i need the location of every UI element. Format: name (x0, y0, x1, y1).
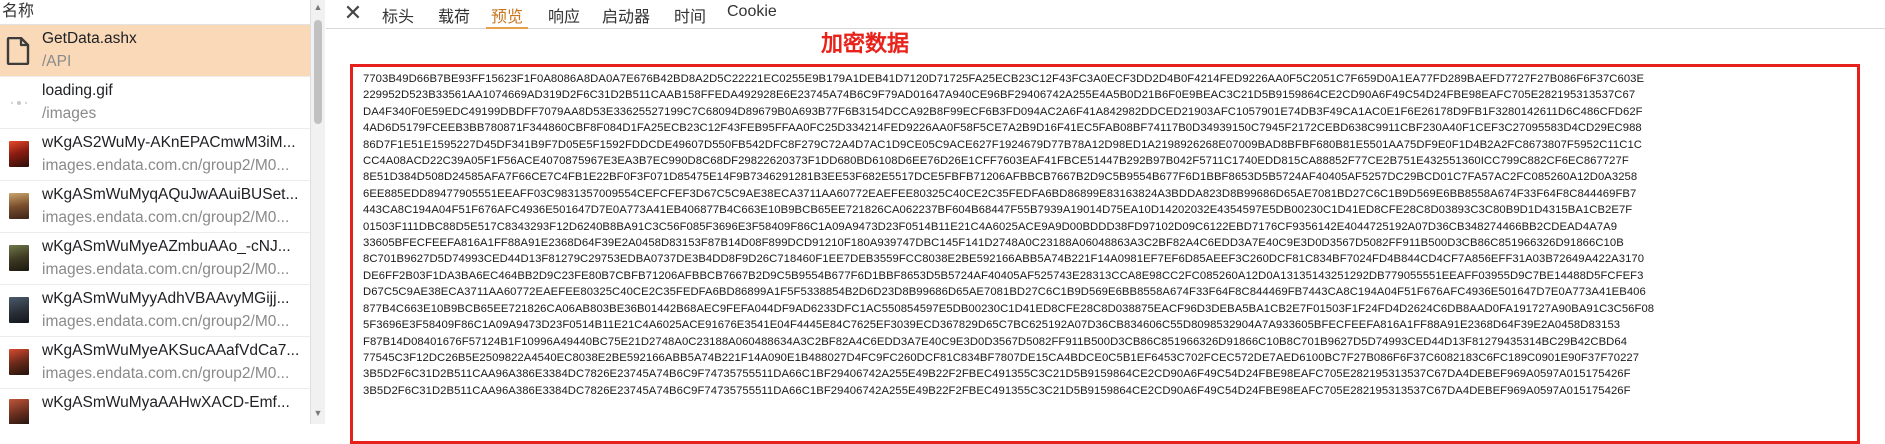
request-name: loading.gif (42, 82, 113, 99)
request-row-image[interactable]: wKgASmWuMyqAQuJwAAuiBUSet... images.enda… (0, 181, 310, 233)
request-row-loading-gif[interactable]: loading.gif /images (0, 77, 310, 129)
preview-line: 443CA8C194A04F51F676AFC4936E501647D7E0A7… (363, 204, 1633, 217)
request-name: wKgASmWuMyaAAHwXACD-Emf... (42, 394, 290, 411)
encrypted-data-highlight-box: 7703B49D66B7BE93FF15623F1F0A8086A8DA0A7E… (350, 64, 1860, 444)
preview-line: 8E51D384D508D24585AFA7F66CE7C4FB1E22BF0F… (363, 171, 1638, 184)
tab-preview-label: 预览 (491, 9, 524, 26)
tab-initiator[interactable]: 启动器 (602, 3, 650, 27)
request-row-image[interactable]: wKgASmWuMyeAKSucAAafVdCa7... images.enda… (0, 337, 310, 389)
tab-cookie[interactable]: Cookie (727, 3, 777, 21)
request-name: wKgASmWuMyqAQuJwAAuiBUSet... (42, 186, 299, 203)
close-icon[interactable]: ✕ (342, 2, 364, 24)
tab-payload[interactable]: 载荷 (438, 3, 470, 27)
image-thumbnail-icon (9, 297, 29, 323)
preview-line: 01503F111DBC88D5E517C8343293F12D6240B8BA… (363, 220, 1618, 233)
encrypted-data-annotation: 加密数据 (821, 31, 910, 56)
request-path: images.endata.com.cn/group2/M0... (42, 261, 290, 278)
preview-line: 86D7F1E51E1595227D45DF341B9F7D05E5F1592F… (363, 138, 1642, 151)
preview-line: 877B4C663E10B9BCB65EE721826CA06AB803BE36… (363, 302, 1655, 315)
request-path: images.endata.com.cn/group2/M0... (42, 209, 290, 226)
preview-line: 6EE885EDD89477905551EEAFF03C983135700955… (363, 187, 1637, 200)
preview-line: CC4A08ACD22C39A05F1F56ACE4070875967E3EA3… (363, 155, 1629, 168)
request-name: GetData.ashx (42, 30, 137, 47)
preview-line: DA4F340F0E59EDC49199DBDFF7079AA8D53E3362… (363, 105, 1643, 118)
request-name: wKgASmWuMyeAZmbuAAo_-cNJ... (42, 238, 291, 255)
preview-line: 8C701B9627D5D74993CED44D13F81279C29753ED… (363, 253, 1645, 266)
preview-line: F87B14D08401676F57124B1F10996A49440BC75E… (363, 335, 1628, 348)
preview-line: 3B5D2F6C31D2B511CAA96A386E3384DC7826E237… (363, 384, 1631, 397)
request-path: images.endata.com.cn/group2/M0... (42, 313, 290, 330)
active-tab-indicator (486, 27, 529, 29)
request-path: images.endata.com.cn/group2/M0... (42, 365, 290, 382)
preview-line: 77545C3F12DC26B5E2509822A4540EC8038E2BE5… (363, 351, 1640, 364)
tab-headers[interactable]: 标头 (382, 3, 414, 27)
request-row-getdata[interactable]: GetData.ashx /API (0, 25, 310, 77)
details-tab-bar: ✕ 标头 载荷 预览 响应 启动器 时间 Cookie (326, 0, 1885, 29)
response-preview-text[interactable]: 7703B49D66B7BE93FF15623F1F0A8086A8DA0A7E… (363, 71, 1847, 399)
image-thumbnail-icon (9, 399, 29, 424)
tab-preview[interactable]: 预览 (486, 3, 529, 29)
preview-line: 3B5D2F6C31D2B511CAA96A386E3384DC7826E237… (363, 368, 1631, 381)
preview-line: 4AD6D5179FCEEB3BB780871F344860CBF8F084D1… (363, 122, 1642, 135)
image-thumbnail-icon (9, 245, 29, 271)
image-thumbnail-icon (9, 141, 29, 167)
request-path: images.endata.com.cn/group2/M0... (42, 157, 290, 174)
request-row-image[interactable]: wKgASmWuMyeAZmbuAAo_-cNJ... images.endat… (0, 233, 310, 285)
request-row-image[interactable]: wKgAS2WuMy-AKnEPACmwM3iM... images.endat… (0, 129, 310, 181)
gif-icon (6, 89, 32, 117)
scroll-down-arrow-icon[interactable]: ▼ (313, 408, 323, 418)
request-details-panel: ✕ 标头 载荷 预览 响应 启动器 时间 Cookie 加密数据 7703B49… (326, 0, 1885, 444)
preview-line: D67C5C9AE38ECA3711AA60772EAEFEE80325C40C… (363, 286, 1646, 299)
preview-line: 5F3696E3F58409F86C1A09A9473D23F0514B11E2… (363, 319, 1621, 332)
name-column-header[interactable]: 名称 (0, 0, 310, 25)
request-row-image[interactable]: wKgASmWuMyyAdhVBAAvyMGijj... images.enda… (0, 285, 310, 337)
tab-timing[interactable]: 时间 (674, 3, 706, 27)
request-path: /API (42, 53, 72, 70)
request-row-image[interactable]: wKgASmWuMyaAAHwXACD-Emf... (0, 389, 310, 424)
request-name: wKgAS2WuMy-AKnEPACmwM3iM... (42, 134, 296, 151)
image-thumbnail-icon (9, 193, 29, 219)
preview-line: 7703B49D66B7BE93FF15623F1F0A8086A8DA0A7E… (363, 73, 1645, 85)
preview-line: DE6FF2B03F1DA3BA6EC464BB2D9C23FE80B7CBFB… (363, 269, 1644, 282)
request-name: wKgASmWuMyyAdhVBAAvyMGijj... (42, 290, 290, 307)
request-list: GetData.ashx /API loading.gif /images wK… (0, 25, 310, 424)
request-path: /images (42, 105, 97, 122)
tab-response[interactable]: 响应 (548, 3, 580, 27)
scrollbar-thumb[interactable] (314, 20, 322, 124)
document-icon (6, 37, 32, 65)
preview-line: 33605BFECFEEFA816A1FF88A91E2368D64F39E2A… (363, 237, 1624, 250)
preview-line: 229952D523B33561AA1074669AD319D2F6C31D2B… (363, 89, 1636, 102)
request-list-panel: 名称 GetData.ashx /API loading.gif /images… (0, 0, 311, 424)
scroll-up-arrow-icon[interactable]: ▲ (313, 2, 323, 12)
request-name: wKgASmWuMyeAKSucAAafVdCa7... (42, 342, 300, 359)
image-thumbnail-icon (9, 349, 29, 375)
request-list-scrollbar[interactable]: ▲ ▼ (310, 0, 325, 424)
